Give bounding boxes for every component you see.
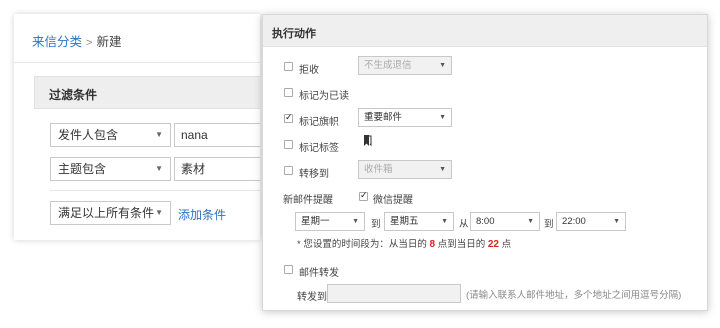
chevron-down-icon: ▼ <box>155 208 163 217</box>
condition-1-field-value: 发件人包含 <box>58 128 119 142</box>
chevron-down-icon: ▼ <box>439 62 446 69</box>
time-from-select[interactable]: 8:00 ▼ <box>470 212 540 231</box>
condition-2-value-text: 素材 <box>181 162 206 176</box>
mark-flag-checkbox[interactable] <box>284 112 293 123</box>
condition-1-value-text: nana <box>181 128 208 142</box>
conditions-divider <box>50 190 260 191</box>
chevron-down-icon: ▼ <box>441 218 448 225</box>
condition-1-value-input[interactable]: nana <box>174 123 260 147</box>
chevron-down-icon: ▼ <box>613 218 620 225</box>
reject-option-select[interactable]: 不生成退信 ▼ <box>358 56 452 75</box>
time-from-value: 8:00 <box>476 216 495 227</box>
actions-dialog: 执行动作 拒收 不生成退信 ▼ 标记为已读 标记旗帜 重要邮件 ▼ 标记标签 转… <box>262 14 708 311</box>
schedule-summary-prefix: * 您设置的时间段为：从当日的 <box>297 239 427 250</box>
day-to-select[interactable]: 星期五 ▼ <box>384 212 454 231</box>
move-to-label: 转移到 <box>299 169 329 180</box>
filter-conditions-title: 过滤条件 <box>49 88 98 102</box>
reject-label: 拒收 <box>299 65 319 76</box>
schedule-to-word-1: 到 <box>371 219 381 230</box>
condition-2-field-select[interactable]: 主题包含 ▼ <box>50 157 171 181</box>
chevron-down-icon: ▼ <box>155 130 163 139</box>
reject-option-value: 不生成退信 <box>364 60 412 71</box>
breadcrumb-parent-link[interactable]: 来信分类 <box>32 35 82 49</box>
tag-icon[interactable] <box>363 134 372 147</box>
chevron-down-icon: ▼ <box>155 164 163 173</box>
day-to-value: 星期五 <box>390 216 419 227</box>
filter-rule-panel: 来信分类 > 新建 过滤条件 发件人包含 ▼ nana 主题包含 ▼ 素材 满足以上… <box>14 14 260 240</box>
schedule-summary-middle: 点到当日的 <box>437 239 486 250</box>
wechat-alert-checkbox[interactable] <box>359 190 368 201</box>
schedule-summary: * 您设置的时间段为：从当日的 8 点到当日的 22 点 <box>297 236 511 250</box>
mark-tag-label: 标记标签 <box>299 143 339 154</box>
move-to-folder-select[interactable]: 收件箱 ▼ <box>358 160 452 179</box>
actions-title: 执行动作 <box>272 28 316 40</box>
mark-tag-checkbox[interactable] <box>284 140 293 149</box>
flag-option-value: 重要邮件 <box>364 112 403 123</box>
breadcrumb-current: 新建 <box>96 35 122 49</box>
add-condition-link[interactable]: 添加条件 <box>178 206 226 223</box>
mark-flag-label: 标记旗帜 <box>299 117 339 128</box>
schedule-summary-suffix: 点 <box>501 239 512 250</box>
schedule-summary-end-hour: 22 <box>487 239 499 250</box>
schedule-from-word: 从 <box>459 219 469 230</box>
new-mail-alert-label: 新邮件提醒 <box>283 195 333 206</box>
forward-label: 邮件转发 <box>299 268 339 279</box>
condition-1-field-select[interactable]: 发件人包含 ▼ <box>50 123 171 147</box>
wechat-alert-label: 微信提醒 <box>373 195 413 206</box>
chevron-down-icon: ▼ <box>439 114 446 121</box>
time-to-select[interactable]: 22:00 ▼ <box>556 212 626 231</box>
mark-read-checkbox[interactable] <box>284 88 293 97</box>
match-mode-value: 满足以上所有条件 <box>58 206 155 220</box>
forward-hint: (请输入联系人邮件地址，多个地址之间用逗号分隔) <box>466 290 682 301</box>
day-from-select[interactable]: 星期一 ▼ <box>295 212 365 231</box>
forward-to-label: 转发到 <box>297 292 327 303</box>
breadcrumb: 来信分类 > 新建 <box>32 31 121 50</box>
condition-2-field-value: 主题包含 <box>58 162 107 176</box>
flag-option-select[interactable]: 重要邮件 ▼ <box>358 108 452 127</box>
chevron-down-icon: ▼ <box>527 218 534 225</box>
match-mode-select[interactable]: 满足以上所有条件 ▼ <box>50 201 171 225</box>
reject-checkbox[interactable] <box>284 62 293 71</box>
move-to-checkbox[interactable] <box>284 166 293 175</box>
filter-conditions-header: 过滤条件 <box>34 76 260 109</box>
move-to-folder-value: 收件箱 <box>364 164 393 175</box>
breadcrumb-separator: > <box>86 37 93 49</box>
schedule-to-word-2: 到 <box>544 219 554 230</box>
schedule-summary-start-hour: 8 <box>429 239 436 250</box>
mark-read-label: 标记为已读 <box>299 91 349 102</box>
chevron-down-icon: ▼ <box>352 218 359 225</box>
condition-2-value-input[interactable]: 素材 <box>174 157 260 181</box>
breadcrumb-divider <box>14 62 260 63</box>
chevron-down-icon: ▼ <box>439 166 446 173</box>
actions-header: 执行动作 <box>263 15 707 47</box>
forward-checkbox[interactable] <box>284 265 293 274</box>
day-from-value: 星期一 <box>301 216 330 227</box>
forward-address-input[interactable] <box>327 284 461 303</box>
time-to-value: 22:00 <box>562 216 586 227</box>
